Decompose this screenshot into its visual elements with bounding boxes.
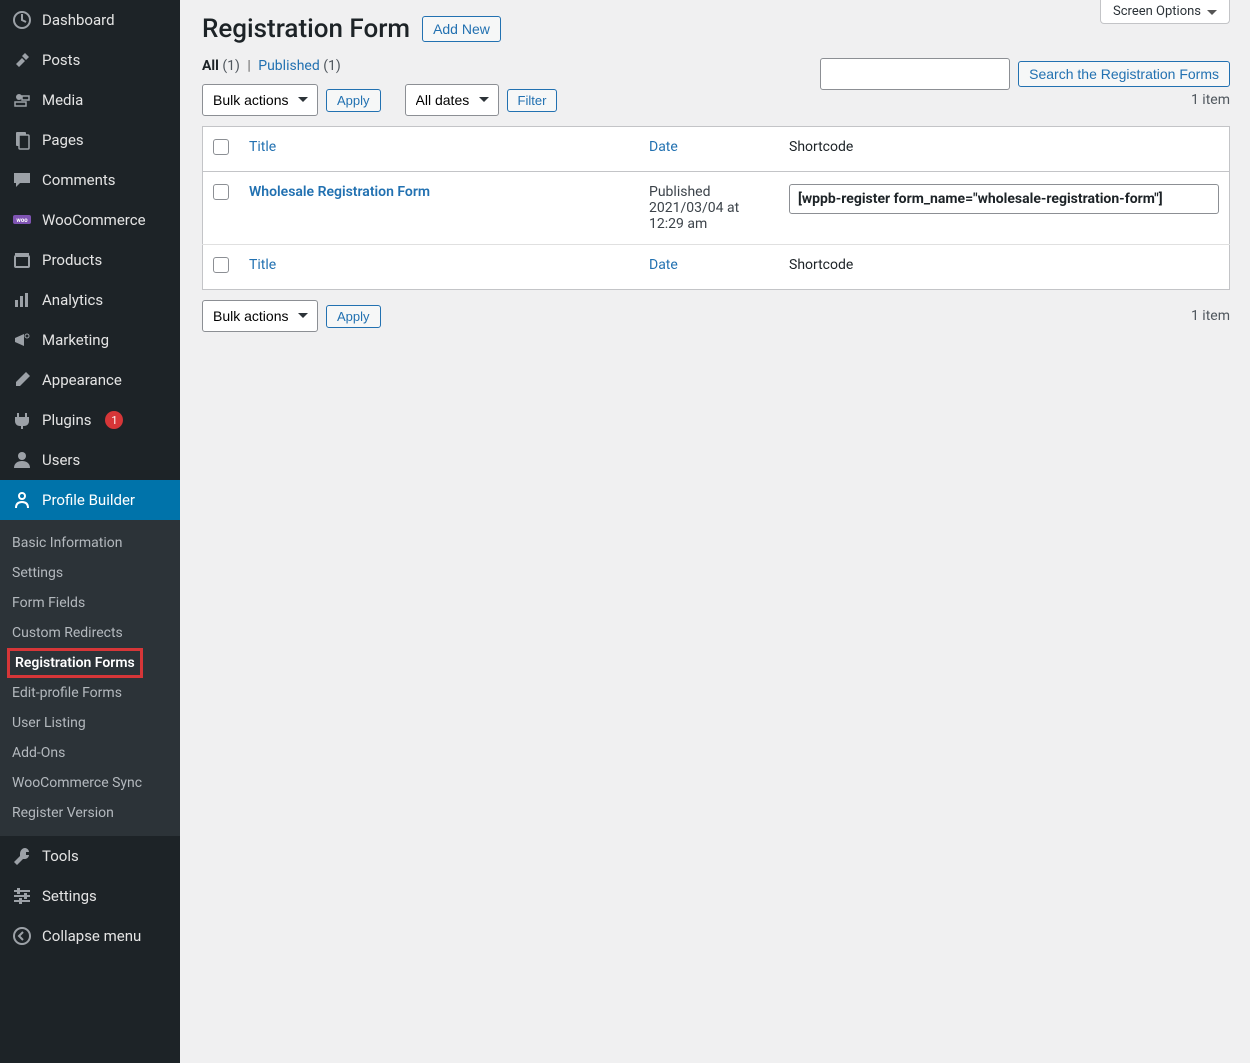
add-new-button[interactable]: Add New [422, 16, 501, 42]
column-shortcode: Shortcode [779, 127, 1230, 172]
sidebar-item-collapse[interactable]: Collapse menu [0, 916, 180, 956]
caret-down-icon [1207, 10, 1217, 20]
items-count-bottom: 1 item [1191, 308, 1230, 324]
profile-icon [12, 490, 32, 510]
bulk-actions-select-bottom[interactable]: Bulk actions [202, 300, 318, 332]
sidebar-label: Users [42, 451, 80, 469]
wrench-icon [12, 846, 32, 866]
submenu-user-listing[interactable]: User Listing [0, 708, 180, 738]
page-title: Registration Form [202, 14, 410, 44]
apply-bulk-button-bottom[interactable]: Apply [326, 305, 381, 328]
submenu-add-ons[interactable]: Add-Ons [0, 738, 180, 768]
sidebar-item-products[interactable]: Products [0, 240, 180, 280]
pin-icon [12, 50, 32, 70]
sidebar-item-comments[interactable]: Comments [0, 160, 180, 200]
sidebar-item-dashboard[interactable]: Dashboard [0, 0, 180, 40]
user-icon [12, 450, 32, 470]
row-checkbox[interactable] [213, 184, 229, 200]
sidebar-label: Media [42, 91, 83, 109]
items-count: 1 item [1191, 92, 1230, 108]
sidebar-label: Tools [42, 847, 79, 865]
shortcode-field[interactable] [789, 184, 1219, 214]
apply-bulk-button[interactable]: Apply [326, 89, 381, 112]
column-title[interactable]: Title [239, 127, 639, 172]
sidebar-item-profile-builder[interactable]: Profile Builder [0, 480, 180, 520]
screen-options-toggle[interactable]: Screen Options [1100, 0, 1230, 24]
woocommerce-icon: woo [12, 210, 32, 230]
sidebar-label: WooCommerce [42, 211, 146, 229]
sliders-icon [12, 886, 32, 906]
media-icon [12, 90, 32, 110]
megaphone-icon [12, 330, 32, 350]
sidebar-item-tools[interactable]: Tools [0, 836, 180, 876]
sidebar-label: Settings [42, 887, 97, 905]
pages-icon [12, 130, 32, 150]
sidebar-label: Profile Builder [42, 491, 135, 509]
sidebar-item-pages[interactable]: Pages [0, 120, 180, 160]
analytics-icon [12, 290, 32, 310]
column-shortcode-footer: Shortcode [779, 245, 1230, 290]
sidebar-label: Analytics [42, 291, 103, 309]
row-title-link[interactable]: Wholesale Registration Form [249, 184, 430, 200]
filter-all[interactable]: All [202, 58, 219, 74]
submenu-edit-profile-forms[interactable]: Edit-profile Forms [0, 678, 180, 708]
search-input[interactable] [820, 58, 1010, 90]
column-date-footer[interactable]: Date [639, 245, 779, 290]
sidebar-label: Posts [42, 51, 80, 69]
sidebar-label: Pages [42, 131, 84, 149]
comment-icon [12, 170, 32, 190]
table-row: Wholesale Registration Form Published 20… [203, 172, 1230, 245]
plugin-icon [12, 410, 32, 430]
sidebar-item-settings[interactable]: Settings [0, 876, 180, 916]
select-all-checkbox[interactable] [213, 139, 229, 155]
sidebar-item-users[interactable]: Users [0, 440, 180, 480]
update-badge: 1 [105, 411, 123, 429]
sidebar-label: Dashboard [42, 11, 115, 29]
main-content: Screen Options Registration Form Add New… [180, 0, 1250, 1063]
submenu-basic-info[interactable]: Basic Information [0, 528, 180, 558]
search-button[interactable]: Search the Registration Forms [1018, 61, 1230, 87]
submenu-registration-forms[interactable]: Registration Forms [0, 648, 180, 678]
submenu-woocommerce-sync[interactable]: WooCommerce Sync [0, 768, 180, 798]
sidebar-item-woocommerce[interactable]: woo WooCommerce [0, 200, 180, 240]
submenu-settings[interactable]: Settings [0, 558, 180, 588]
submenu-register-version[interactable]: Register Version [0, 798, 180, 828]
filter-button[interactable]: Filter [507, 89, 558, 112]
svg-text:woo: woo [16, 217, 28, 224]
sidebar-label: Products [42, 251, 102, 269]
submenu-form-fields[interactable]: Form Fields [0, 588, 180, 618]
bulk-actions-select[interactable]: Bulk actions [202, 84, 318, 116]
sidebar-label: Appearance [42, 371, 122, 389]
sidebar-label: Plugins [42, 411, 91, 429]
column-title-footer[interactable]: Title [239, 245, 639, 290]
sidebar-item-marketing[interactable]: Marketing [0, 320, 180, 360]
row-date: Published 2021/03/04 at 12:29 am [639, 172, 779, 245]
sidebar-item-analytics[interactable]: Analytics [0, 280, 180, 320]
dashboard-icon [12, 10, 32, 30]
sidebar-label: Comments [42, 171, 116, 189]
date-filter-select[interactable]: All dates [405, 84, 499, 116]
sidebar-item-appearance[interactable]: Appearance [0, 360, 180, 400]
column-date[interactable]: Date [639, 127, 779, 172]
sidebar-item-posts[interactable]: Posts [0, 40, 180, 80]
select-all-checkbox-footer[interactable] [213, 257, 229, 273]
collapse-icon [12, 926, 32, 946]
sidebar-label: Marketing [42, 331, 109, 349]
sidebar-label: Collapse menu [42, 927, 141, 945]
brush-icon [12, 370, 32, 390]
sidebar-item-media[interactable]: Media [0, 80, 180, 120]
profile-builder-submenu: Basic Information Settings Form Fields C… [0, 520, 180, 836]
products-icon [12, 250, 32, 270]
forms-table: Title Date Shortcode Wholesale Registrat… [202, 126, 1230, 290]
sidebar-item-plugins[interactable]: Plugins 1 [0, 400, 180, 440]
submenu-custom-redirects[interactable]: Custom Redirects [0, 618, 180, 648]
admin-sidebar: Dashboard Posts Media Pages Comments woo… [0, 0, 180, 1063]
filter-published[interactable]: Published [258, 58, 319, 74]
